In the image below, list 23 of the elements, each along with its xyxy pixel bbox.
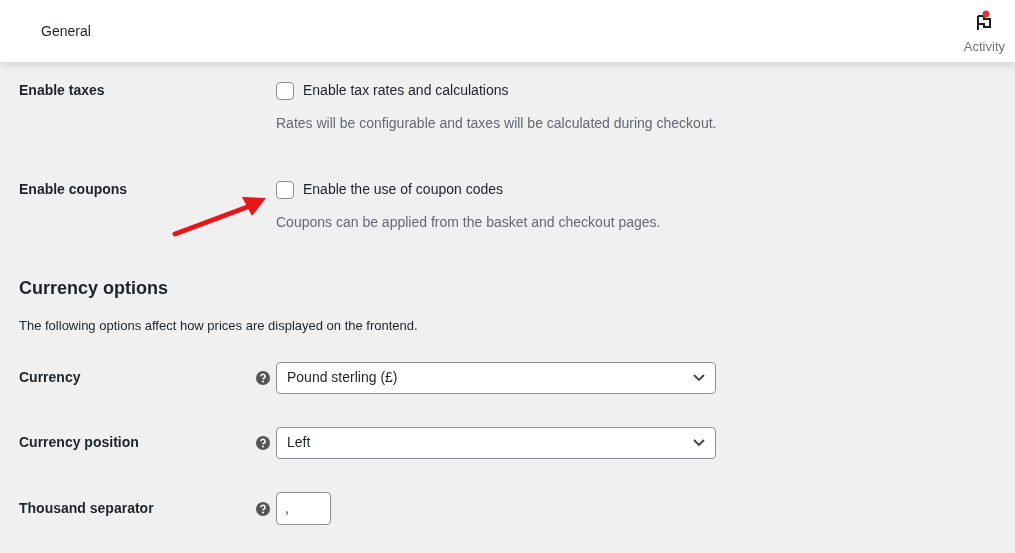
section-heading: Currency options xyxy=(19,277,170,300)
setting-label: Enable taxes xyxy=(19,82,105,98)
select-field[interactable]: Pound sterling (£) xyxy=(276,361,716,394)
checkbox-option[interactable]: Enable the use of coupon codes xyxy=(276,179,661,200)
help-icon[interactable] xyxy=(256,371,270,386)
field-label: Currency xyxy=(19,368,82,387)
checkbox[interactable] xyxy=(276,81,294,100)
text-field[interactable]: , xyxy=(276,491,331,525)
chevron-down-icon xyxy=(693,374,705,383)
chevron-down-icon xyxy=(693,439,705,448)
section-description: The following options affect how prices are displayed on the frontend. xyxy=(19,317,419,335)
checkbox-option[interactable]: Enable tax rates and calculations xyxy=(276,80,717,101)
field-label: Currency position xyxy=(19,433,140,452)
field-label: Thousand separator xyxy=(19,498,155,518)
page-title: General xyxy=(41,21,91,41)
help-icon[interactable] xyxy=(256,436,270,451)
setting-description: Coupons can be applied from the basket and checkout pages. xyxy=(276,213,661,232)
setting-description: Rates will be configurable and taxes will be calculated during checkout. xyxy=(276,114,717,133)
help-icon[interactable] xyxy=(256,501,270,516)
setting-label: Enable coupons xyxy=(19,181,128,197)
activity-button[interactable]: Activity xyxy=(963,9,1005,53)
checkbox[interactable] xyxy=(276,180,294,199)
select-field[interactable]: Left xyxy=(276,426,716,459)
